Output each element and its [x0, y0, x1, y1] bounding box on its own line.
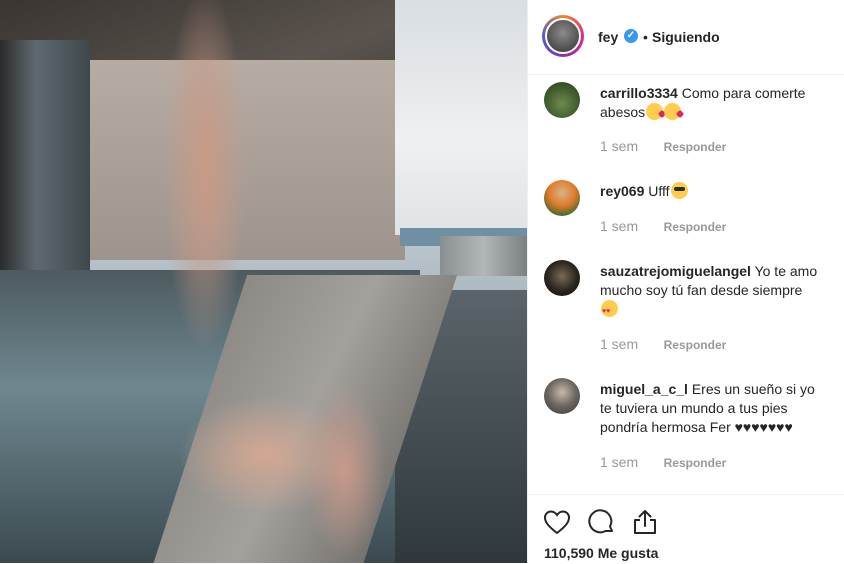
post-side-panel: fey ✓ • Siguiendo carrillo3334 Como para… [527, 0, 844, 563]
post-header: fey ✓ • Siguiendo [528, 0, 844, 75]
author-avatar[interactable] [545, 18, 581, 54]
following-button[interactable]: Siguiendo [652, 29, 720, 45]
comment-body: rey069 Ufff [600, 182, 830, 201]
comment-time[interactable]: 1 sem [600, 454, 660, 470]
photo-sky [395, 0, 527, 235]
commenter-avatar[interactable] [544, 260, 580, 296]
commenter-avatar[interactable] [544, 378, 580, 414]
heart-eyes-emoji-icon [601, 300, 618, 321]
comment-meta: 1 sem Responder [600, 454, 726, 470]
comment-body: miguel_a_c_l Eres un sueño si yo te tuvi… [600, 380, 830, 437]
comment-username[interactable]: carrillo3334 [600, 85, 678, 101]
commenter-avatar[interactable] [544, 180, 580, 216]
kiss-emoji-icon [646, 103, 664, 120]
comment-body: carrillo3334 Como para comerte abesos [600, 84, 830, 122]
reply-button[interactable]: Responder [664, 338, 727, 352]
comment-time[interactable]: 1 sem [600, 218, 660, 234]
comment-meta: 1 sem Responder [600, 336, 726, 352]
post-actions-bar: 110,590 Me gusta [528, 494, 844, 564]
comment-time[interactable]: 1 sem [600, 138, 660, 154]
sunglasses-emoji-icon [670, 182, 688, 199]
comment-body: sauzatrejomiguelangel Yo te amo mucho so… [600, 262, 830, 321]
verified-badge-icon: ✓ [624, 29, 638, 43]
photo-person [145, 0, 385, 563]
reply-button[interactable]: Responder [664, 456, 727, 470]
post-photo[interactable] [0, 0, 527, 563]
comments-list[interactable]: carrillo3334 Como para comerte abesos 1 … [528, 74, 844, 494]
reply-button[interactable]: Responder [664, 140, 727, 154]
reply-button[interactable]: Responder [664, 220, 727, 234]
header-separator: • [643, 29, 648, 45]
commenter-avatar[interactable] [544, 82, 580, 118]
comment-username[interactable]: miguel_a_c_l [600, 381, 688, 397]
comment-username[interactable]: sauzatrejomiguelangel [600, 263, 751, 279]
author-username[interactable]: fey [598, 29, 618, 45]
likes-count[interactable]: 110,590 Me gusta [544, 545, 658, 561]
comment-time[interactable]: 1 sem [600, 336, 660, 352]
photo-city [440, 236, 527, 276]
heart-icon[interactable] [542, 507, 572, 537]
share-icon[interactable] [630, 507, 660, 537]
comment-meta: 1 sem Responder [600, 138, 726, 154]
comment-text: Ufff [648, 183, 670, 199]
comment-username[interactable]: rey069 [600, 183, 644, 199]
comment-icon[interactable] [586, 507, 616, 537]
kiss-emoji-icon [664, 103, 682, 120]
story-ring[interactable] [542, 15, 584, 57]
comment-meta: 1 sem Responder [600, 218, 726, 234]
